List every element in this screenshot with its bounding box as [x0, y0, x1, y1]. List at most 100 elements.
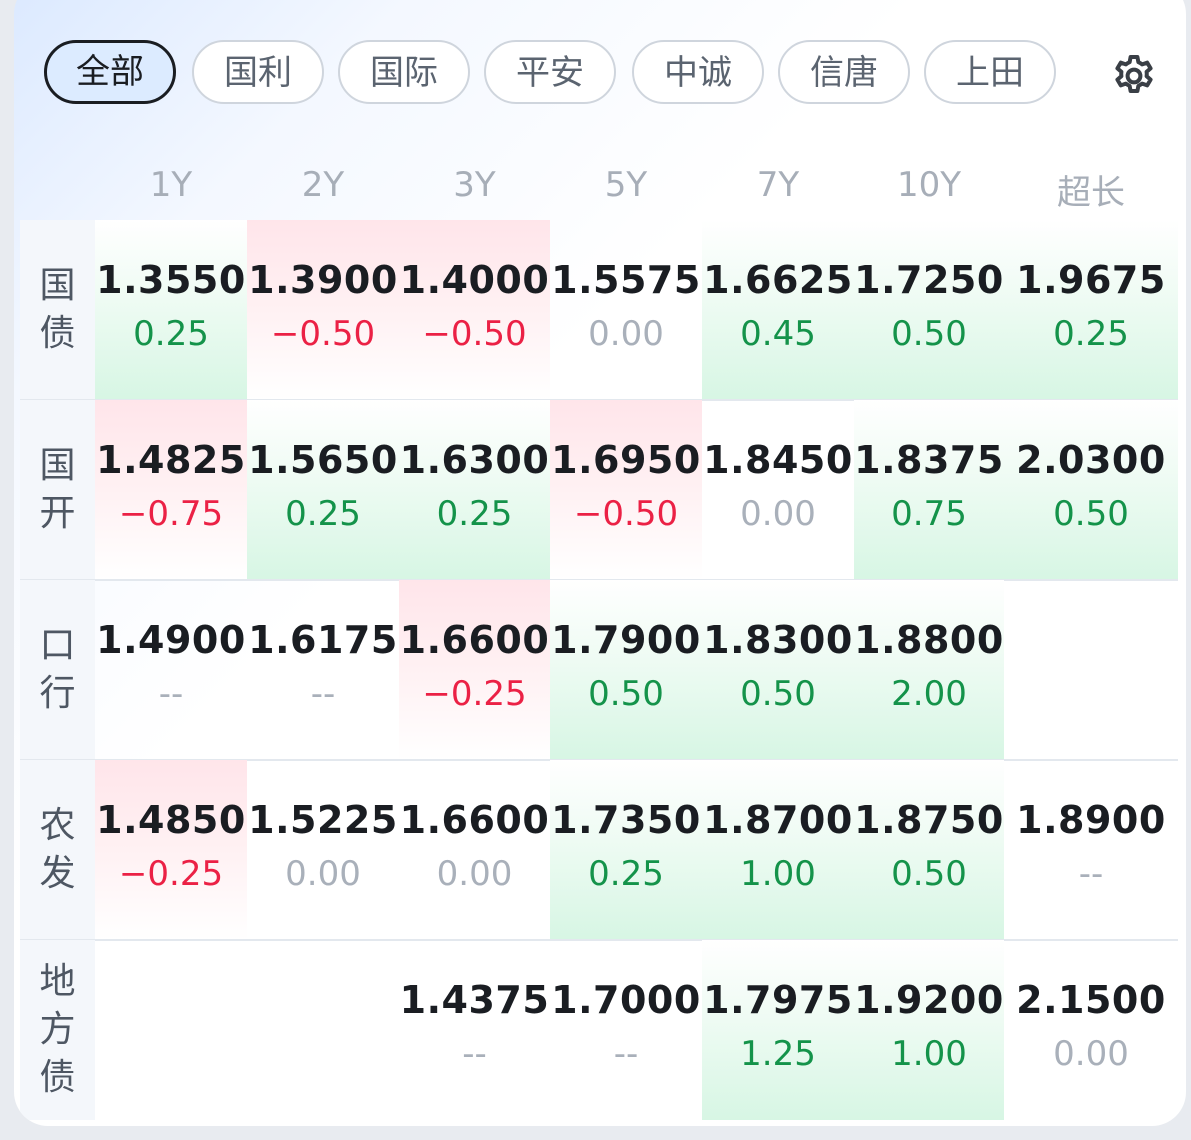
- yield-cell[interactable]: 1.4850 −0.25: [95, 760, 247, 940]
- table-row: 地方债 1.4375 -- 1.7000 -- 1.7975 1.25 1.9200 1.00 2…: [20, 940, 1178, 1120]
- yield-value: 1.8800: [854, 618, 1004, 662]
- yield-value: 1.6175: [248, 618, 398, 662]
- row-label-text: 口行: [39, 625, 76, 714]
- table-row: 国开 1.4825 −0.75 1.5650 0.25 1.6300 0.25 1.6950 −…: [20, 400, 1178, 580]
- yield-change: --: [158, 674, 184, 714]
- yield-cell[interactable]: 1.8700 1.00: [702, 760, 854, 940]
- yield-cell[interactable]: 2.1500 0.00: [1004, 940, 1178, 1120]
- yield-cell[interactable]: 1.5225 0.00: [247, 760, 399, 940]
- yield-cell[interactable]: 1.3900 −0.50: [247, 220, 399, 400]
- yield-value: 1.9200: [854, 978, 1004, 1022]
- yield-change: 0.45: [740, 314, 816, 354]
- yield-cell[interactable]: 1.8375 0.75: [854, 400, 1004, 580]
- yield-cell[interactable]: 1.9675 0.25: [1004, 220, 1178, 400]
- column-header: 10Y: [896, 165, 962, 205]
- yield-value: 1.9675: [1016, 258, 1166, 302]
- table-row: 国债 1.3550 0.25 1.3900 −0.50 1.4000 −0.50 1.5575…: [20, 220, 1178, 400]
- yield-cell[interactable]: 1.6625 0.45: [702, 220, 854, 400]
- yield-cell[interactable]: 1.6600 0.00: [399, 760, 550, 940]
- tab-4[interactable]: 中诚: [632, 40, 764, 104]
- yield-cell[interactable]: 1.4825 −0.75: [95, 400, 247, 580]
- yield-change: --: [462, 1034, 487, 1074]
- tab-0[interactable]: 全部: [44, 40, 176, 104]
- yield-value: 1.7975: [703, 978, 853, 1022]
- yield-value: 1.8450: [703, 438, 853, 482]
- yield-cell[interactable]: 1.6300 0.25: [399, 400, 550, 580]
- row-label-text: 国开: [39, 445, 76, 534]
- tab-6[interactable]: 上田: [924, 40, 1056, 104]
- yield-cell: [247, 940, 399, 1120]
- column-header: 3Y: [453, 165, 496, 205]
- yield-value: 1.7000: [551, 978, 701, 1022]
- yield-cell[interactable]: 1.6600 −0.25: [399, 580, 550, 760]
- yield-change: --: [1078, 854, 1104, 894]
- yield-change: −0.25: [422, 674, 527, 714]
- yield-value: 1.7350: [551, 798, 701, 842]
- yield-cell[interactable]: 1.6175 --: [247, 580, 399, 760]
- row-label-text: 国债: [39, 265, 76, 354]
- yield-value: 1.8300: [703, 618, 853, 662]
- yield-change: 0.00: [588, 314, 664, 354]
- yield-cell[interactable]: 1.8900 --: [1004, 760, 1178, 940]
- yield-cell[interactable]: 1.4000 −0.50: [399, 220, 550, 400]
- yield-change: 0.00: [436, 854, 513, 894]
- yield-value: 1.4850: [96, 798, 246, 842]
- yield-value: 1.5225: [248, 798, 398, 842]
- yield-value: 1.5575: [551, 258, 701, 302]
- yield-change: 1.00: [891, 1034, 967, 1074]
- yield-cell[interactable]: 1.5650 0.25: [247, 400, 399, 580]
- yield-cell[interactable]: 1.7000 --: [550, 940, 702, 1120]
- yield-cell[interactable]: 1.7900 0.50: [550, 580, 702, 760]
- yield-cell[interactable]: 1.8800 2.00: [854, 580, 1004, 760]
- yield-cell[interactable]: 1.8750 0.50: [854, 760, 1004, 940]
- yield-value: 1.5650: [248, 438, 398, 482]
- yield-change: 0.25: [285, 494, 361, 534]
- yield-cell: [1004, 580, 1178, 760]
- yield-change: 0.00: [285, 854, 361, 894]
- yield-change: 0.25: [436, 494, 513, 534]
- yield-value: 1.4375: [399, 978, 550, 1022]
- yield-change: −0.50: [422, 314, 527, 354]
- yield-value: 1.7250: [854, 258, 1004, 302]
- row-label: 国债: [20, 220, 95, 400]
- tab-5[interactable]: 信唐: [778, 40, 910, 104]
- tab-3[interactable]: 平安: [484, 40, 616, 104]
- yield-change: 0.25: [1053, 314, 1129, 354]
- tab-1[interactable]: 国利: [192, 40, 324, 104]
- yield-change: --: [613, 1034, 639, 1074]
- yield-change: 0.50: [891, 854, 967, 894]
- yield-change: −0.25: [118, 854, 224, 894]
- yield-cell[interactable]: 1.7250 0.50: [854, 220, 1004, 400]
- yield-value: 1.4825: [96, 438, 246, 482]
- yield-change: --: [310, 674, 336, 714]
- yield-change: 0.25: [588, 854, 664, 894]
- yield-cell[interactable]: 1.4900 --: [95, 580, 247, 760]
- column-header: 5Y: [604, 165, 648, 205]
- yield-cell[interactable]: 1.7350 0.25: [550, 760, 702, 940]
- yield-cell[interactable]: 1.3550 0.25: [95, 220, 247, 400]
- yield-cell[interactable]: 1.7975 1.25: [702, 940, 854, 1120]
- tab-2[interactable]: 国际: [338, 40, 470, 104]
- yield-change: 1.25: [740, 1034, 816, 1074]
- row-label-text: 地方债: [39, 961, 76, 1098]
- yield-change: 0.00: [1053, 1034, 1129, 1074]
- row-label: 地方债: [20, 940, 95, 1120]
- yield-cell[interactable]: 2.0300 0.50: [1004, 400, 1178, 580]
- yield-value: 1.3550: [96, 258, 246, 302]
- yield-value: 1.7900: [551, 618, 701, 662]
- yield-cell[interactable]: 1.6950 −0.50: [550, 400, 702, 580]
- table-row: 农发 1.4850 −0.25 1.5225 0.00 1.6600 0.00 1.7350 0…: [20, 760, 1178, 940]
- column-header: 2Y: [301, 165, 345, 205]
- yield-cell[interactable]: 1.8300 0.50: [702, 580, 854, 760]
- yield-change: 0.50: [588, 674, 664, 714]
- table-row: 口行 1.4900 -- 1.6175 -- 1.6600 −0.25 1.7900 0.50 1…: [20, 580, 1178, 760]
- yield-cell[interactable]: 1.4375 --: [399, 940, 550, 1120]
- yield-cell[interactable]: 1.9200 1.00: [854, 940, 1004, 1120]
- yield-value: 2.0300: [1016, 438, 1166, 482]
- yield-value: 1.3900: [248, 258, 398, 302]
- column-header: 超长: [1057, 173, 1125, 213]
- yield-value: 1.6625: [703, 258, 853, 302]
- yield-cell[interactable]: 1.8450 0.00: [702, 400, 854, 580]
- yield-cell[interactable]: 1.5575 0.00: [550, 220, 702, 400]
- gear-icon[interactable]: [1110, 52, 1158, 100]
